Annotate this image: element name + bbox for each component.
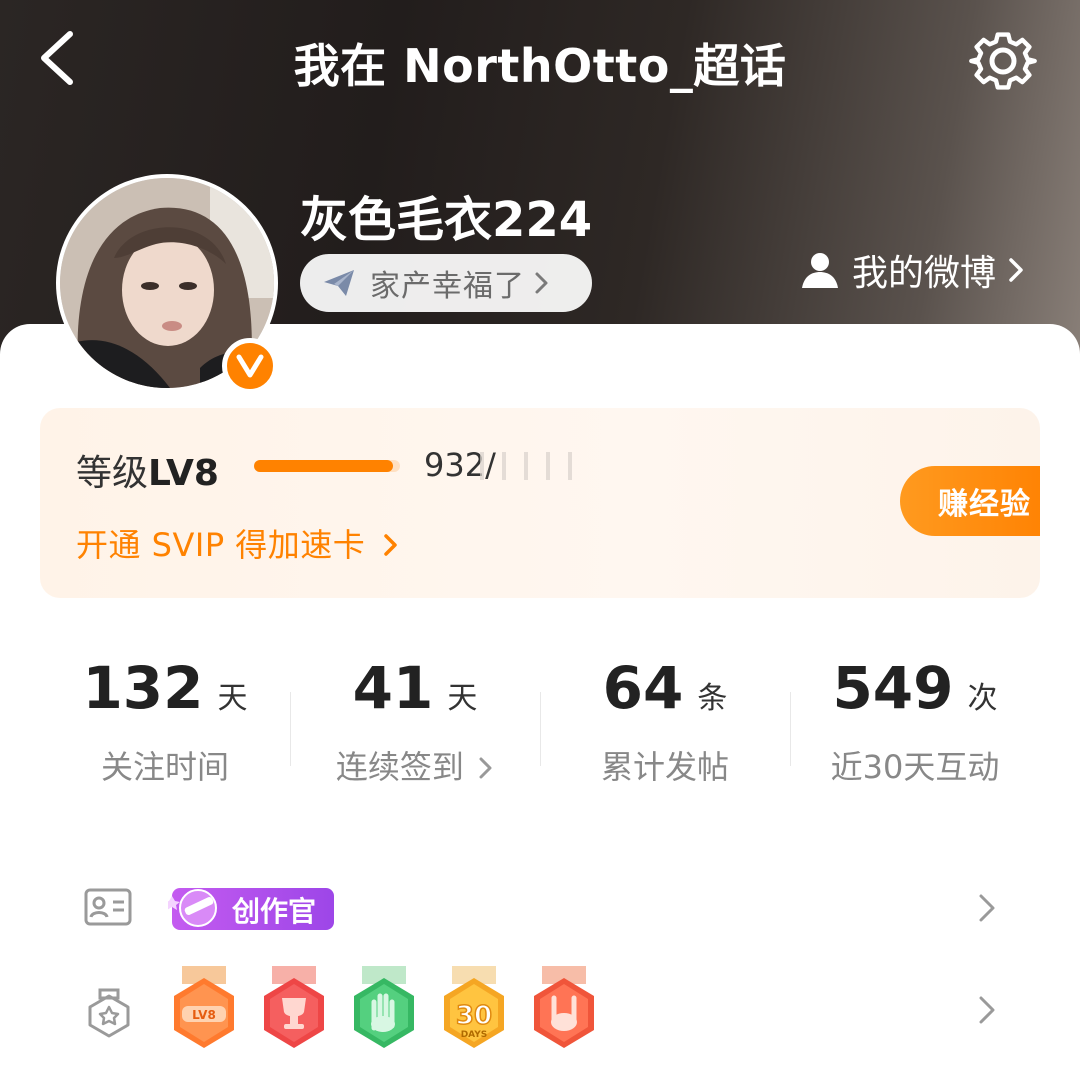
- settings-button[interactable]: [966, 26, 1040, 96]
- stat-label: 近30天互动: [830, 748, 1000, 786]
- svip-link-label: 开通 SVIP 得加速卡: [76, 526, 366, 564]
- medal-rock-hand-icon: [534, 966, 594, 1048]
- stat-interactions: 549 次 近30天互动: [790, 614, 1040, 820]
- username: 灰色毛衣224: [300, 192, 593, 248]
- stat-label-text: 连续签到: [335, 748, 464, 786]
- stat-value: 549: [832, 654, 954, 722]
- rock-hand-medal-icon[interactable]: [528, 966, 600, 1052]
- medal-lv8-icon: LV8: [174, 966, 234, 1048]
- verified-v-badge: [222, 338, 278, 394]
- creator-mascot-icon: [168, 889, 217, 927]
- stat-value: 64: [602, 654, 684, 722]
- creator-badge[interactable]: 创作官: [168, 888, 334, 930]
- v-icon: [236, 354, 264, 378]
- my-weibo-label: 我的微博: [852, 253, 997, 294]
- status-chip-label: 家产幸福了: [370, 269, 525, 304]
- stat-label: 关注时间: [100, 748, 229, 786]
- stat-checkin-streak[interactable]: 41 天 连续签到: [290, 614, 540, 820]
- medal-30-days-icon: 30 DAYS: [444, 966, 504, 1048]
- stats-panel: 132 天 关注时间 41 天 连续签到 64 条 累计发帖 549 次 近30天互动: [40, 614, 1040, 820]
- chevron-right-icon[interactable]: [974, 994, 1000, 1026]
- level-label: 等级LV8: [76, 444, 219, 496]
- stat-unit: 天: [217, 681, 248, 716]
- stat-follow-days: 132 天 关注时间: [40, 614, 290, 820]
- medal-trophy-icon: [264, 966, 324, 1048]
- page-title: 我在 NorthOtto_超话: [293, 39, 787, 93]
- trophy-medal-icon[interactable]: [258, 966, 330, 1052]
- svg-text:LV8: LV8: [192, 1008, 216, 1022]
- stat-unit: 条: [697, 681, 728, 716]
- svip-link[interactable]: 开通 SVIP 得加速卡: [76, 520, 400, 566]
- medal-outline-icon: [88, 988, 130, 1038]
- level-value: LV8: [148, 453, 219, 494]
- level-progress-fill: [254, 460, 393, 472]
- chevron-right-icon: [535, 272, 548, 294]
- stat-unit: 次: [967, 681, 998, 716]
- exp-redacted: [480, 452, 576, 480]
- stat-value: 41: [352, 654, 434, 722]
- my-weibo-link[interactable]: 我的微博: [800, 246, 1026, 294]
- gear-icon: [969, 32, 1037, 90]
- stat-value: 132: [82, 654, 204, 722]
- paper-plane-icon: [324, 270, 354, 296]
- stat-label: 连续签到: [290, 742, 540, 788]
- chevron-right-icon: [384, 534, 397, 556]
- stat-total-posts: 64 条 累计发帖: [540, 614, 790, 820]
- avatar-container[interactable]: [56, 174, 278, 394]
- hand-medal-icon[interactable]: [348, 966, 420, 1052]
- chevron-right-icon[interactable]: [974, 892, 1000, 924]
- level-prefix: 等级: [76, 453, 149, 494]
- status-chip[interactable]: 家产幸福了: [300, 254, 592, 312]
- svg-text:30: 30: [456, 1001, 492, 1031]
- earn-exp-button[interactable]: 赚经验: [900, 466, 1040, 536]
- level-progress-bar: [254, 460, 400, 472]
- id-card-icon: [84, 888, 132, 926]
- stat-unit: 天: [447, 681, 478, 716]
- stat-label: 累计发帖: [600, 748, 729, 786]
- 30-days-medal-icon[interactable]: 30 DAYS: [438, 966, 510, 1052]
- svg-text:DAYS: DAYS: [461, 1030, 488, 1040]
- chevron-right-icon: [1009, 258, 1023, 282]
- top-bar: 我在 NorthOtto_超话: [0, 0, 1080, 120]
- lv8-medal-icon[interactable]: LV8: [168, 966, 240, 1052]
- user-icon: [802, 253, 838, 288]
- chevron-right-icon: [479, 757, 492, 779]
- medal-hand-icon: [354, 966, 414, 1048]
- level-panel: 等级LV8 932/ 开通 SVIP 得加速卡 赚经验: [40, 408, 1040, 598]
- creator-badge-label: 创作官: [232, 895, 317, 928]
